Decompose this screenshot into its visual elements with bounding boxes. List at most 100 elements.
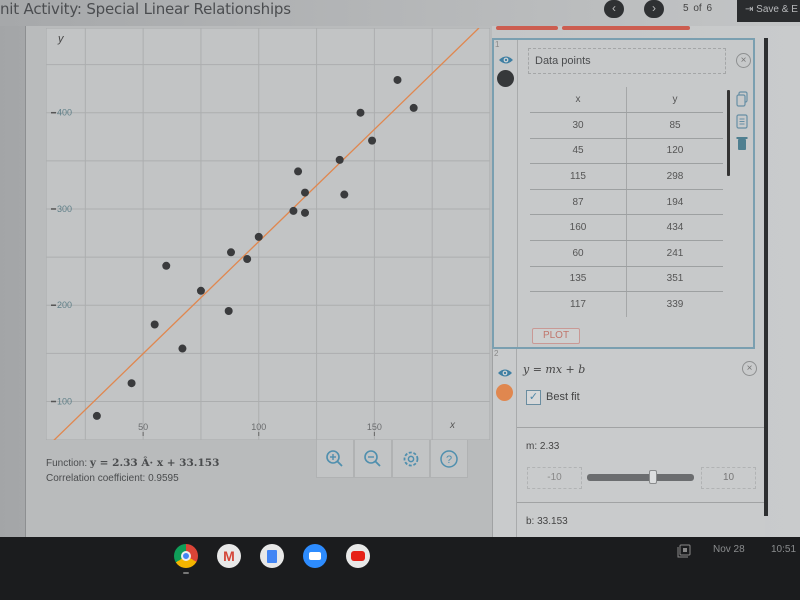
holding-space-icon[interactable] — [677, 544, 691, 558]
best-fit-checkbox[interactable]: ✓ — [526, 390, 541, 405]
youtube-icon — [351, 551, 365, 561]
cell-x[interactable]: 87 — [530, 189, 627, 216]
data-point — [127, 379, 136, 388]
save-exit-button[interactable]: ⇥ Save & E — [737, 0, 800, 22]
table-scrollbar[interactable] — [727, 90, 730, 176]
close-line-panel-button[interactable]: × — [742, 361, 757, 376]
delete-button[interactable] — [734, 132, 750, 154]
cell-x[interactable]: 160 — [530, 214, 627, 242]
page-indicator: 5 of 6 — [683, 3, 713, 14]
table-row: 30 85 — [530, 112, 723, 139]
clipboard-icon — [736, 114, 748, 129]
table-row: 45 120 — [530, 138, 723, 165]
progress-segment-1 — [496, 26, 558, 30]
data-point — [301, 188, 309, 197]
y-tick-label: 200 — [57, 300, 72, 310]
panel-gutter: 2 — [493, 349, 517, 537]
data-point — [335, 155, 344, 164]
y-tick-label: 100 — [57, 396, 72, 406]
settings-button[interactable] — [392, 440, 430, 478]
cell-y[interactable]: 434 — [626, 214, 723, 242]
running-indicator — [183, 572, 189, 574]
close-icon: × — [746, 363, 753, 374]
table-row: 115 298 — [530, 163, 723, 190]
eye-icon[interactable] — [497, 367, 513, 379]
date[interactable]: Nov 28 — [713, 544, 745, 555]
scatter-plot[interactable]: 50 100 150100200300400 y x — [46, 28, 490, 440]
zoom-out-button[interactable] — [354, 440, 392, 478]
column-header-y: y — [626, 87, 723, 114]
cell-y[interactable]: 120 — [626, 138, 723, 165]
table-row: 60 241 — [530, 240, 723, 267]
data-point — [409, 103, 418, 112]
youtube-app[interactable] — [346, 544, 370, 568]
data-point — [178, 344, 187, 353]
title-bar: nit Activity: Special Linear Relationshi… — [0, 0, 800, 26]
cell-y[interactable]: 298 — [626, 163, 723, 190]
intercept-label: b: 33.153 — [526, 516, 568, 527]
data-point — [301, 208, 309, 217]
best-fit-label: Best fit — [546, 391, 580, 403]
progress-segment-2 — [562, 26, 690, 30]
cell-x[interactable]: 60 — [530, 240, 627, 267]
data-point — [254, 232, 263, 241]
eye-icon[interactable] — [498, 54, 514, 66]
chrome-app[interactable] — [174, 544, 198, 568]
exit-icon: ⇥ — [745, 4, 757, 15]
table-row: 135 351 — [530, 266, 723, 293]
slider-max-input[interactable]: 10 — [701, 467, 756, 489]
zoom-app[interactable] — [303, 544, 327, 568]
slider-min-input[interactable]: -10 — [527, 467, 582, 489]
cell-x[interactable]: 45 — [530, 138, 627, 165]
point-color-swatch[interactable] — [497, 70, 514, 87]
line-equation: y = mx + b — [523, 363, 586, 376]
cell-x[interactable]: 115 — [530, 163, 627, 190]
x-tick-label: 150 — [367, 422, 382, 432]
cell-x[interactable]: 135 — [530, 266, 627, 293]
divider — [517, 502, 766, 503]
docs-icon — [267, 549, 277, 563]
cell-y[interactable]: 241 — [626, 240, 723, 267]
cell-x[interactable]: 117 — [530, 291, 627, 318]
gmail-app[interactable]: M — [217, 544, 241, 568]
slope-label: m: 2.33 — [526, 441, 560, 452]
line-color-swatch[interactable] — [496, 384, 513, 401]
gear-icon — [403, 451, 419, 466]
data-point — [289, 206, 298, 215]
previous-button[interactable]: ‹ — [604, 0, 624, 18]
chrome-icon — [181, 551, 191, 561]
next-button[interactable]: › — [644, 0, 664, 18]
plot-background — [46, 28, 490, 440]
line-panel: 2 y = mx + b × ✓ Best fit m: 2.33 -10 10… — [492, 349, 766, 537]
left-strip — [0, 26, 26, 537]
cell-y[interactable]: 351 — [626, 266, 723, 293]
data-points-panel: 1 Data points × x y 30 85 45 120 115 298 87 194… — [492, 38, 755, 349]
slider-thumb[interactable] — [648, 470, 657, 484]
time[interactable]: 10:51 — [771, 544, 796, 555]
data-set-title[interactable]: Data points — [528, 48, 726, 74]
zoom-in-icon — [326, 449, 343, 467]
divider — [517, 427, 766, 428]
paste-button[interactable] — [734, 110, 750, 132]
x-axis-label: x — [449, 420, 456, 431]
help-button[interactable]: ? — [430, 440, 468, 478]
activity-title: nit Activity: Special Linear Relationshi… — [0, 0, 291, 18]
docs-app[interactable] — [260, 544, 284, 568]
data-point — [196, 286, 205, 295]
cell-x[interactable]: 30 — [530, 112, 627, 139]
cell-y[interactable]: 339 — [627, 292, 724, 318]
panel-scrollbar[interactable] — [764, 38, 768, 516]
plot-button[interactable]: PLOT — [532, 328, 580, 344]
cell-y[interactable]: 194 — [626, 189, 723, 216]
chevron-right-icon: › — [652, 1, 656, 15]
close-panel-button[interactable]: × — [736, 53, 751, 68]
slope-slider[interactable] — [587, 470, 694, 484]
data-point — [150, 320, 159, 329]
cell-y[interactable]: 85 — [626, 112, 723, 139]
zoom-in-button[interactable] — [316, 440, 354, 478]
help-icon: ? — [440, 449, 458, 468]
copy-button[interactable] — [734, 88, 750, 110]
os-shelf: M Nov 28 10:51 — [0, 537, 800, 600]
screen: nit Activity: Special Linear Relationshi… — [0, 0, 800, 537]
graph-toolbar: ? — [316, 440, 468, 478]
